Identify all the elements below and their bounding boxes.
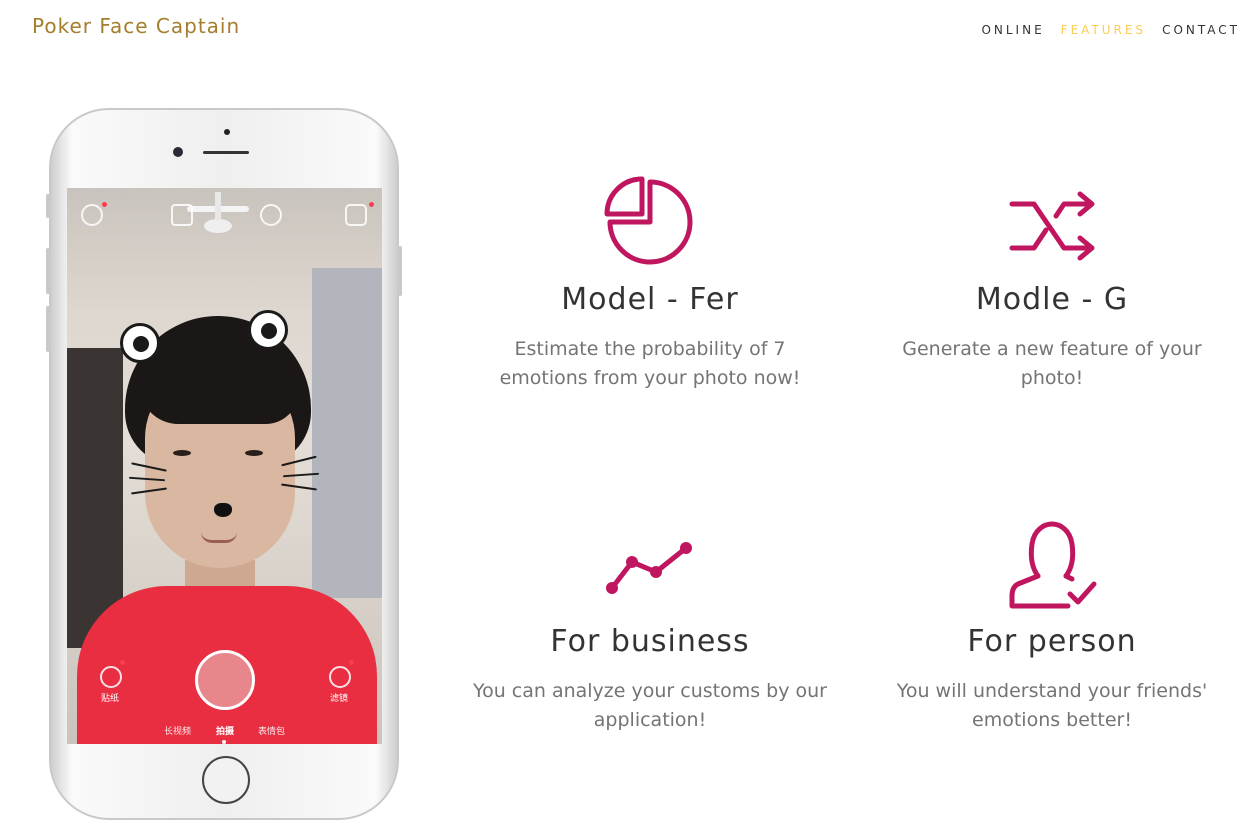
mode-long-video[interactable]: 长视频 bbox=[164, 724, 191, 737]
sticker-ear-right bbox=[248, 310, 288, 350]
feature-title: Modle - G bbox=[975, 282, 1129, 317]
phone-mockup: 贴纸 滤镜 长视频 拍摄 表情包 bbox=[46, 108, 402, 820]
feature-title: Model - Fer bbox=[561, 282, 739, 317]
gallery-icon[interactable] bbox=[171, 204, 193, 226]
mode-emoji[interactable]: 表情包 bbox=[258, 724, 285, 737]
nav-online[interactable]: ONLINE bbox=[981, 23, 1044, 37]
notification-dot bbox=[349, 660, 354, 665]
filter-icon[interactable] bbox=[329, 666, 351, 688]
settings-icon[interactable] bbox=[345, 204, 367, 226]
sticker-nose bbox=[214, 503, 232, 517]
feature-model-fer: Model - Fer Estimate the probability of … bbox=[450, 176, 850, 393]
feature-description: Estimate the probability of 7 emotions f… bbox=[499, 338, 801, 389]
feature-title: For person bbox=[967, 624, 1137, 659]
sticker-ear-left bbox=[120, 323, 160, 363]
notification-dot bbox=[369, 202, 374, 207]
active-mode-indicator bbox=[222, 740, 226, 744]
user-check-icon bbox=[1009, 521, 1097, 609]
phone-mute-switch bbox=[46, 194, 50, 218]
sticker-icon[interactable] bbox=[100, 666, 122, 688]
feature-description: You can analyze your customs by our appl… bbox=[472, 680, 827, 731]
phone-speaker bbox=[203, 151, 249, 154]
switch-camera-icon[interactable] bbox=[260, 204, 282, 226]
beauty-icon[interactable] bbox=[81, 204, 103, 226]
page: Poker Face Captain ONLINE FEATURES CONTA… bbox=[0, 0, 1240, 839]
phone-home-button bbox=[202, 756, 250, 804]
notification-dot bbox=[120, 660, 125, 665]
person-eye-right bbox=[245, 450, 263, 456]
line-chart-icon bbox=[606, 542, 692, 594]
nav-contact[interactable]: CONTACT bbox=[1162, 23, 1240, 37]
phone-power-button bbox=[398, 246, 402, 296]
person-mouth bbox=[201, 532, 237, 543]
feature-for-person: For person You will understand your frie… bbox=[852, 518, 1240, 735]
person-fringe bbox=[139, 360, 299, 424]
nav-features[interactable]: FEATURES bbox=[1061, 23, 1146, 37]
feature-description: Generate a new feature of your photo! bbox=[902, 338, 1202, 389]
notification-dot bbox=[102, 202, 107, 207]
phone-volume-down bbox=[46, 306, 50, 352]
person-eye-left bbox=[173, 450, 191, 456]
feature-model-g: Modle - G Generate a new feature of your… bbox=[852, 176, 1240, 393]
mode-shoot[interactable]: 拍摄 bbox=[216, 724, 234, 737]
phone-volume-up bbox=[46, 248, 50, 294]
shuffle-icon bbox=[1009, 191, 1095, 261]
feature-title: For business bbox=[550, 624, 750, 659]
background-wall bbox=[312, 268, 382, 598]
ceiling-fan bbox=[187, 192, 249, 233]
brand-logo[interactable]: Poker Face Captain bbox=[32, 14, 240, 38]
pie-chart-icon bbox=[604, 176, 693, 265]
shutter-button[interactable] bbox=[195, 650, 255, 710]
filter-button-label[interactable]: 滤镜 bbox=[330, 691, 348, 704]
feature-description: You will understand your friends' emotio… bbox=[896, 680, 1208, 731]
feature-for-business: For business You can analyze your custom… bbox=[450, 518, 850, 735]
phone-screen: 贴纸 滤镜 长视频 拍摄 表情包 bbox=[67, 188, 382, 744]
main-nav: ONLINE FEATURES CONTACT bbox=[965, 23, 1240, 37]
phone-front-camera bbox=[173, 147, 183, 157]
sticker-button-label[interactable]: 贴纸 bbox=[101, 691, 119, 704]
phone-sensor bbox=[224, 129, 230, 135]
